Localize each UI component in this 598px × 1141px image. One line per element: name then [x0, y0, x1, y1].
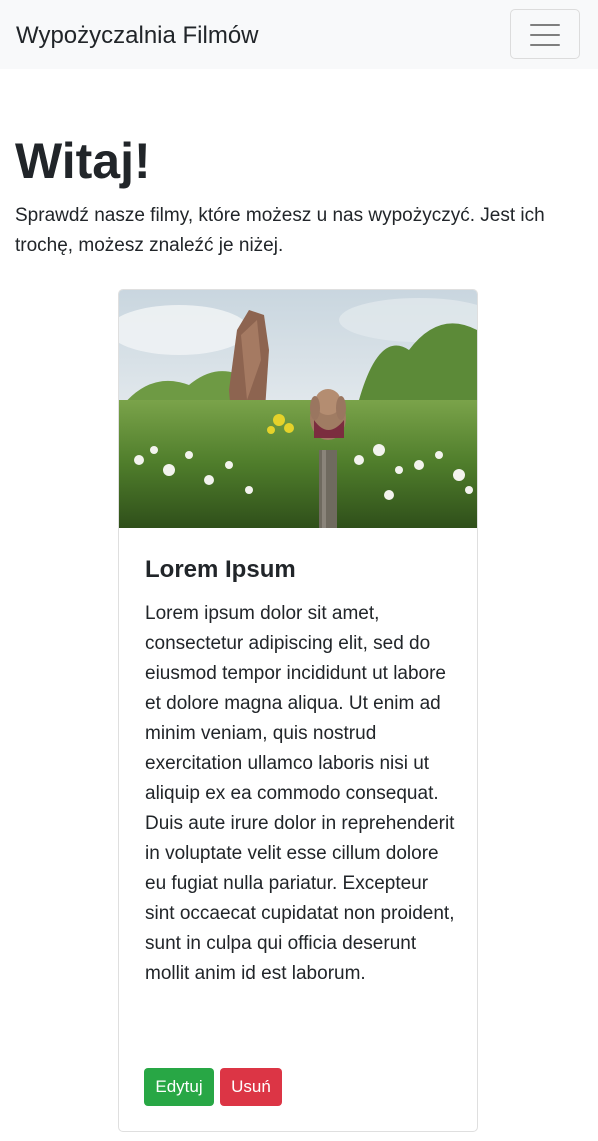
hamburger-menu-icon: [530, 24, 560, 46]
movie-card: Lorem Ipsum Lorem ipsum dolor sit amet, …: [118, 289, 478, 1132]
welcome-text: Sprawdź nasze filmy, które możesz u nas …: [15, 205, 545, 256]
navbar-brand[interactable]: Wypożyczalnia Filmów: [16, 20, 259, 52]
movie-description: Lorem ipsum dolor sit amet, consectetur …: [145, 603, 455, 984]
navbar-toggler-button[interactable]: [510, 9, 580, 59]
edit-button[interactable]: Edytuj: [144, 1068, 214, 1106]
page-title: Witaj!: [15, 133, 151, 189]
navbar: Wypożyczalnia Filmów: [0, 0, 598, 69]
delete-button[interactable]: Usuń: [220, 1068, 282, 1106]
movie-title: Lorem Ipsum: [145, 556, 296, 583]
movie-image: [119, 290, 477, 528]
